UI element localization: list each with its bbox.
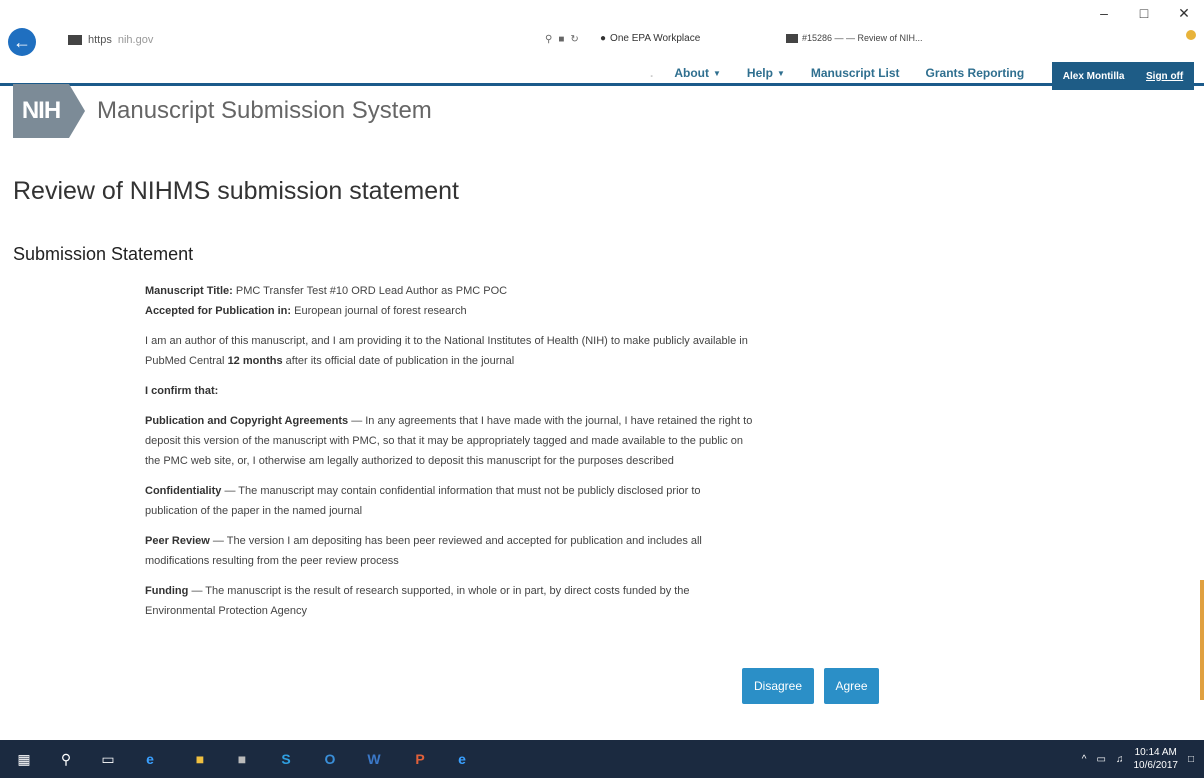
url-scheme: https [88, 34, 112, 46]
refresh-icon[interactable]: ↻ [570, 34, 578, 45]
windows-start-icon[interactable]: ▦ [14, 749, 34, 769]
address-tools: ⚲ ■ ↻ [545, 34, 579, 45]
search-icon[interactable]: ⚲ [545, 34, 552, 45]
browser-address-bar: ← https nih.gov ⚲ ■ ↻ ● One EPA Workplac… [0, 26, 1204, 86]
system-tray: ^ ▭ ♫ 10:14 AM 10/6/2017 □ [1082, 740, 1204, 778]
nih-logo-chevron [69, 84, 85, 138]
clock-date: 10/6/2017 [1133, 760, 1178, 771]
chevron-up-icon[interactable]: ^ [1082, 754, 1087, 765]
top-navigation: . About ▼ Help ▼ Manuscript List Grants … [650, 66, 1037, 80]
url-field[interactable]: https nih.gov [68, 34, 153, 46]
nav-manuscript-list[interactable]: Manuscript List [798, 66, 913, 80]
file-explorer-icon[interactable]: ■ [190, 749, 210, 769]
favorite-one-epa[interactable]: ● One EPA Workplace [600, 33, 700, 44]
battery-icon[interactable]: ▭ [1097, 754, 1106, 765]
system-name: Manuscript Submission System [97, 97, 432, 124]
nav-help[interactable]: Help ▼ [734, 66, 798, 80]
confirm-line: I confirm that: [145, 381, 755, 401]
close-icon[interactable]: ✕ [1164, 0, 1204, 26]
search-icon[interactable]: ⚲ [56, 749, 76, 769]
sign-off-link[interactable]: Sign off [1146, 71, 1183, 82]
skype-icon[interactable]: S [276, 749, 296, 769]
volume-icon[interactable]: ♫ [1116, 754, 1124, 765]
publication-paragraph: Publication and Copyright Agreements — I… [145, 411, 755, 471]
people-icon: ● [600, 33, 607, 44]
confidentiality-text: — The manuscript may contain confidentia… [145, 485, 701, 517]
nav-about[interactable]: About ▼ [661, 66, 734, 80]
intro-paragraph: I am an author of this manuscript, and I… [145, 331, 755, 371]
confidentiality-paragraph: Confidentiality — The manuscript may con… [145, 481, 755, 521]
nav-grants-reporting[interactable]: Grants Reporting [913, 66, 1038, 80]
smiley-icon[interactable] [1186, 30, 1196, 40]
confidentiality-label: Confidentiality [145, 485, 222, 497]
scrollbar[interactable] [1200, 580, 1204, 700]
task-view-icon[interactable]: ▭ [98, 749, 118, 769]
internet-explorer-icon[interactable]: e [452, 749, 472, 769]
window-controls: – □ ✕ [1084, 0, 1204, 26]
funding-paragraph: Funding — The manuscript is the result o… [145, 581, 755, 621]
url-host: nih.gov [117, 34, 154, 46]
page-title: Review of NIHMS submission statement [13, 177, 459, 205]
funding-text: — The manuscript is the result of resear… [145, 585, 690, 617]
edge-icon[interactable]: e [140, 749, 160, 769]
accepted-label: Accepted for Publication in: [145, 305, 292, 317]
manuscript-title-line: Manuscript Title: PMC Transfer Test #10 … [145, 281, 755, 301]
minimize-icon[interactable]: – [1084, 0, 1124, 26]
user-box: Alex Montilla Sign off [1052, 62, 1194, 90]
browser-tab[interactable]: #15286 — — Review of NIH... [786, 33, 923, 43]
powerpoint-icon[interactable]: P [410, 749, 430, 769]
intro-text-end: after its official date of publication i… [285, 355, 515, 367]
accepted-line: Accepted for Publication in: European jo… [145, 301, 755, 321]
disagree-button[interactable]: Disagree [742, 668, 814, 704]
nav-separator: . [650, 66, 654, 80]
app-icon[interactable]: ■ [232, 749, 252, 769]
outlook-icon[interactable]: O [320, 749, 340, 769]
nav-about-label: About [674, 66, 709, 80]
manuscript-title-value: PMC Transfer Test #10 ORD Lead Author as… [235, 285, 508, 297]
section-title: Submission Statement [13, 244, 194, 264]
notification-icon[interactable]: □ [1188, 754, 1194, 765]
caret-down-icon: ▼ [713, 68, 721, 78]
favorite-label: One EPA Workplace [610, 33, 701, 44]
word-icon[interactable]: W [364, 749, 384, 769]
confirm-label: I confirm that: [145, 385, 219, 397]
restore-icon[interactable]: □ [1124, 0, 1164, 26]
nih-logo[interactable]: NIH Manuscript Submission System [13, 84, 432, 138]
peer-review-text: — The version I am depositing has been p… [145, 535, 702, 567]
peer-review-paragraph: Peer Review — The version I am depositin… [145, 531, 755, 571]
accepted-value: European journal of forest research [294, 305, 467, 317]
publication-label: Publication and Copyright Agreements [145, 415, 349, 427]
caret-down-icon: ▼ [776, 68, 785, 78]
tab-title: #15286 — — Review of NIH... [802, 33, 923, 43]
clock[interactable]: 10:14 AM 10/6/2017 [1133, 746, 1178, 772]
submission-statement: Manuscript Title: PMC Transfer Test #10 … [145, 281, 755, 631]
user-name: Alex Montilla [1062, 70, 1125, 82]
nav-help-label: Help [746, 66, 773, 80]
windows-taskbar: ▦ ⚲ ▭ e ■ ■ S O W P e ^ ▭ ♫ 10:14 AM 10/… [0, 740, 1204, 778]
funding-label: Funding [145, 585, 189, 597]
back-arrow-icon[interactable]: ← [8, 28, 36, 56]
peer-review-label: Peer Review [145, 535, 210, 547]
nih-logo-box: NIH [13, 84, 69, 138]
clock-time: 10:14 AM [1134, 747, 1177, 758]
tab-favicon-icon [786, 33, 798, 43]
manuscript-title-label: Manuscript Title: [145, 285, 233, 297]
site-favicon-icon [68, 35, 82, 45]
agree-button[interactable]: Agree [824, 668, 879, 704]
intro-months: 12 months [227, 355, 283, 367]
lock-icon[interactable]: ■ [558, 34, 564, 45]
